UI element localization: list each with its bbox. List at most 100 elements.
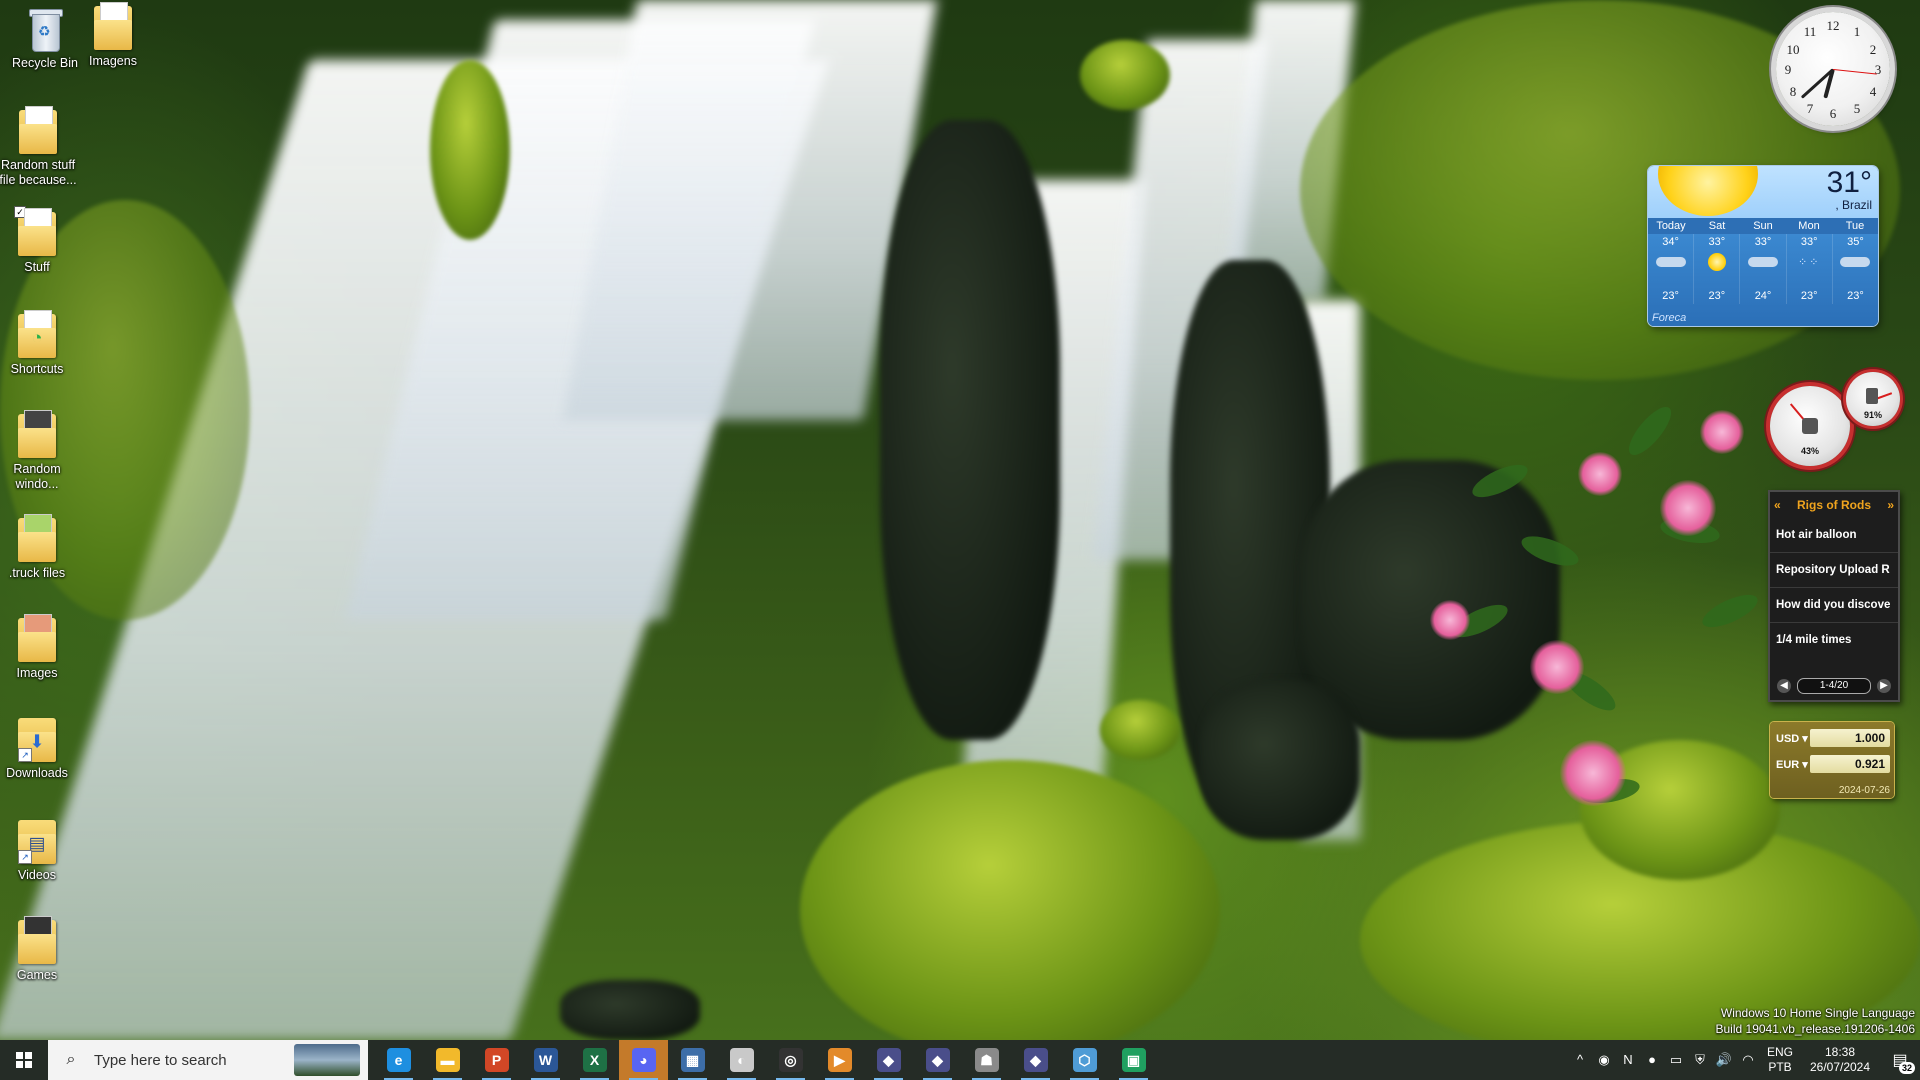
feed-prev-arrow[interactable]: « [1774, 498, 1781, 512]
cpu-percent: 43% [1800, 446, 1819, 456]
taskbar-app-button[interactable]: ▣ [1109, 1040, 1158, 1080]
onenote-tray-icon[interactable]: N [1616, 1052, 1640, 1068]
feed-pager: ◀ 1-4/20 ▶ [1770, 678, 1898, 694]
orange-tray-icon[interactable]: ● [1640, 1052, 1664, 1068]
desktop-icon-stuff[interactable]: ✓ Stuff [0, 206, 82, 275]
desktop-icon-label: Random stuff file because... [0, 158, 77, 187]
forecast-day: 33° 23° [1694, 234, 1741, 304]
taskbar-search-box[interactable]: ⌕ Type here to search [48, 1040, 368, 1080]
weather-source-link[interactable]: Foreca [1652, 312, 1686, 324]
cpu-meter-gadget[interactable]: 43% [1770, 386, 1850, 466]
desktop-icon-truck-files[interactable]: .truck files [0, 514, 82, 581]
taskbar-app-button[interactable]: ◆ [913, 1040, 962, 1080]
taskbar-app-button[interactable]: ▬ [423, 1040, 472, 1080]
folder-icon [94, 2, 132, 50]
app-11-icon: ◆ [876, 1048, 901, 1072]
desktop-icon-random-windows[interactable]: Random windo... [0, 410, 82, 492]
taskbar-app-button[interactable]: ▶ [815, 1040, 864, 1080]
desktop-icon-imagens[interactable]: Imagens [68, 2, 158, 69]
taskbar-app-button[interactable]: ☗ [962, 1040, 1011, 1080]
taskbar-app-button[interactable]: ◐ [717, 1040, 766, 1080]
clock-number: 3 [1874, 62, 1882, 77]
taskbar-app-button[interactable]: e [374, 1040, 423, 1080]
desktop-icon-downloads[interactable]: ⬇ ↗ Downloads [0, 718, 82, 781]
currency-value-field[interactable]: 1.000 [1810, 729, 1890, 747]
system-tray: ^ ◉ N ● ▭ ⛨ 🔊 ◠ ENG PTB 18:38 26/07/2024 ▤ 32 [1568, 1040, 1920, 1080]
clock-number: 12 [1826, 18, 1840, 33]
clock-number: 9 [1784, 62, 1792, 77]
clock-number: 4 [1869, 84, 1877, 99]
watermark-edition: Windows 10 Home Single Language [1720, 1006, 1915, 1020]
currency-gadget[interactable]: USD ▾ 1.000 EUR ▾ 0.921 2024-07-26 [1770, 722, 1894, 798]
taskbar-app-button[interactable]: ⬡ [1060, 1040, 1109, 1080]
memory-percent: 91% [1863, 410, 1882, 420]
show-hidden-icon[interactable]: ^ [1568, 1052, 1592, 1068]
forecast-high: 33° [1708, 236, 1726, 248]
weather-current-panel: 31° , Brazil [1648, 166, 1878, 218]
downloads-folder-icon: ⬇ ↗ [18, 718, 56, 762]
forecast-high: 33° [1754, 236, 1772, 248]
search-icon: ⌕ [66, 1051, 76, 1068]
desktop-icon-label: Videos [18, 868, 56, 882]
app-15-icon: ⬡ [1072, 1048, 1097, 1072]
taskbar-app-button[interactable]: ▦ [668, 1040, 717, 1080]
currency-code-select[interactable]: USD ▾ [1776, 732, 1810, 745]
folder-icon [19, 106, 57, 154]
taskbar-app-button[interactable]: P [472, 1040, 521, 1080]
currency-code: EUR [1776, 758, 1800, 771]
feed-title[interactable]: Rigs of Rods [1797, 498, 1871, 512]
weather-gadget[interactable]: 31° , Brazil Today Sat Sun Mon Tue 34° 2… [1648, 166, 1878, 326]
action-center-button[interactable]: ▤ 32 [1880, 1040, 1920, 1080]
clock-gadget[interactable]: 12 1 2 3 4 5 6 7 8 9 10 11 [1776, 12, 1890, 126]
desktop-icon-label: Imagens [89, 54, 137, 68]
taskbar-app-button[interactable]: ◎ [766, 1040, 815, 1080]
clock-number: 5 [1853, 101, 1861, 116]
currency-code-select[interactable]: EUR ▾ [1776, 758, 1810, 771]
feed-item[interactable]: Hot air balloon [1770, 518, 1898, 553]
taskbar-app-button[interactable]: ◕ [619, 1040, 668, 1080]
desktop-icon-random-stuff[interactable]: Random stuff file because... [0, 106, 84, 188]
desktop-icon-videos[interactable]: ▤ ↗ Videos [0, 820, 82, 883]
language-code: ENG [1766, 1045, 1793, 1059]
taskbar-app-button[interactable]: W [521, 1040, 570, 1080]
feed-previous-page-button[interactable]: ◀ [1777, 679, 1791, 693]
weather-day: Sun [1753, 220, 1773, 232]
app-13-icon: ☗ [974, 1048, 999, 1072]
desktop-icon-games[interactable]: Games [0, 916, 82, 983]
feed-item[interactable]: Repository Upload R [1770, 553, 1898, 588]
desktop-icon-shortcuts[interactable]: ◔ Shortcuts [0, 310, 82, 377]
defender-icon[interactable]: ⛨ [1688, 1052, 1712, 1068]
weather-day: Today [1656, 220, 1686, 232]
feed-next-arrow[interactable]: » [1887, 498, 1894, 512]
feed-next-page-button[interactable]: ▶ [1877, 679, 1891, 693]
feed-item[interactable]: How did you discove [1770, 588, 1898, 623]
currency-value-field[interactable]: 0.921 [1810, 755, 1890, 773]
steam-tray-icon[interactable]: ◉ [1592, 1052, 1616, 1068]
taskbar-pinned-apps: e ▬ P W X ◕ ▦ ◐ ◎ ▶ ◆ ◆ ☗ ◆ ⬡ ▣ [368, 1040, 1158, 1080]
desktop-icon-images[interactable]: Images [0, 614, 82, 681]
forecast-low: 23° [1847, 290, 1864, 302]
input-language-button[interactable]: ENG PTB [1760, 1045, 1800, 1075]
feed-header: « Rigs of Rods » [1770, 492, 1898, 518]
clock-button[interactable]: 18:38 26/07/2024 [1800, 1045, 1880, 1075]
battery-icon[interactable]: ▭ [1664, 1052, 1688, 1068]
videos-folder-icon: ▤ ↗ [18, 820, 56, 864]
taskbar-app-button[interactable]: ◆ [1011, 1040, 1060, 1080]
steam-like-icon: ◎ [778, 1048, 803, 1072]
notification-count: 32 [1898, 1062, 1915, 1074]
app-8-icon: ◐ [729, 1048, 754, 1072]
clock-number: 11 [1803, 24, 1817, 39]
taskbar-app-button[interactable]: ◆ [864, 1040, 913, 1080]
memory-meter-gadget[interactable]: 91% [1846, 372, 1900, 426]
forecast-low: 23° [1662, 290, 1679, 302]
wifi-icon[interactable]: ◠ [1736, 1052, 1760, 1068]
feed-headlines-gadget[interactable]: « Rigs of Rods » Hot air balloon Reposit… [1768, 490, 1900, 702]
weather-location: , Brazil [1835, 198, 1872, 212]
feed-item[interactable]: 1/4 mile times [1770, 623, 1898, 657]
taskbar-time: 18:38 [1824, 1045, 1856, 1059]
taskbar-app-button[interactable]: X [570, 1040, 619, 1080]
volume-icon[interactable]: 🔊 [1712, 1052, 1736, 1068]
windows-build-watermark: Windows 10 Home Single Language Build 19… [1716, 1005, 1916, 1037]
windows-logo-icon [16, 1052, 32, 1068]
start-button[interactable] [0, 1040, 48, 1080]
